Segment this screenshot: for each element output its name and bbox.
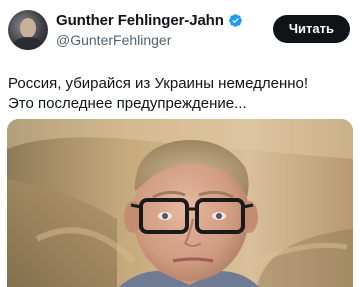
avatar-face: [20, 18, 36, 38]
author-display-name[interactable]: Gunther Fehlinger-Jahn: [56, 12, 224, 29]
selfie-photo: [7, 119, 353, 287]
post-text-line: Россия, убирайся из Украины немедленно!: [8, 75, 309, 92]
post-text: Россия, убирайся из Украины немедленно! …: [8, 74, 350, 114]
author-names: Gunther Fehlinger-Jahn @GunterFehlinger: [56, 12, 243, 48]
post-header: Gunther Fehlinger-Jahn @GunterFehlinger …: [8, 10, 350, 54]
author-handle[interactable]: @GunterFehlinger: [56, 32, 243, 48]
follow-button[interactable]: Читать: [272, 15, 350, 43]
verified-badge-icon: [228, 14, 242, 27]
post-media-photo[interactable]: [7, 119, 353, 287]
display-name-row: Gunther Fehlinger-Jahn: [56, 12, 243, 29]
post-text-line: Это последнее предупреждение...: [8, 95, 247, 112]
author-avatar[interactable]: [8, 10, 48, 50]
avatar-shoulders: [12, 37, 44, 50]
